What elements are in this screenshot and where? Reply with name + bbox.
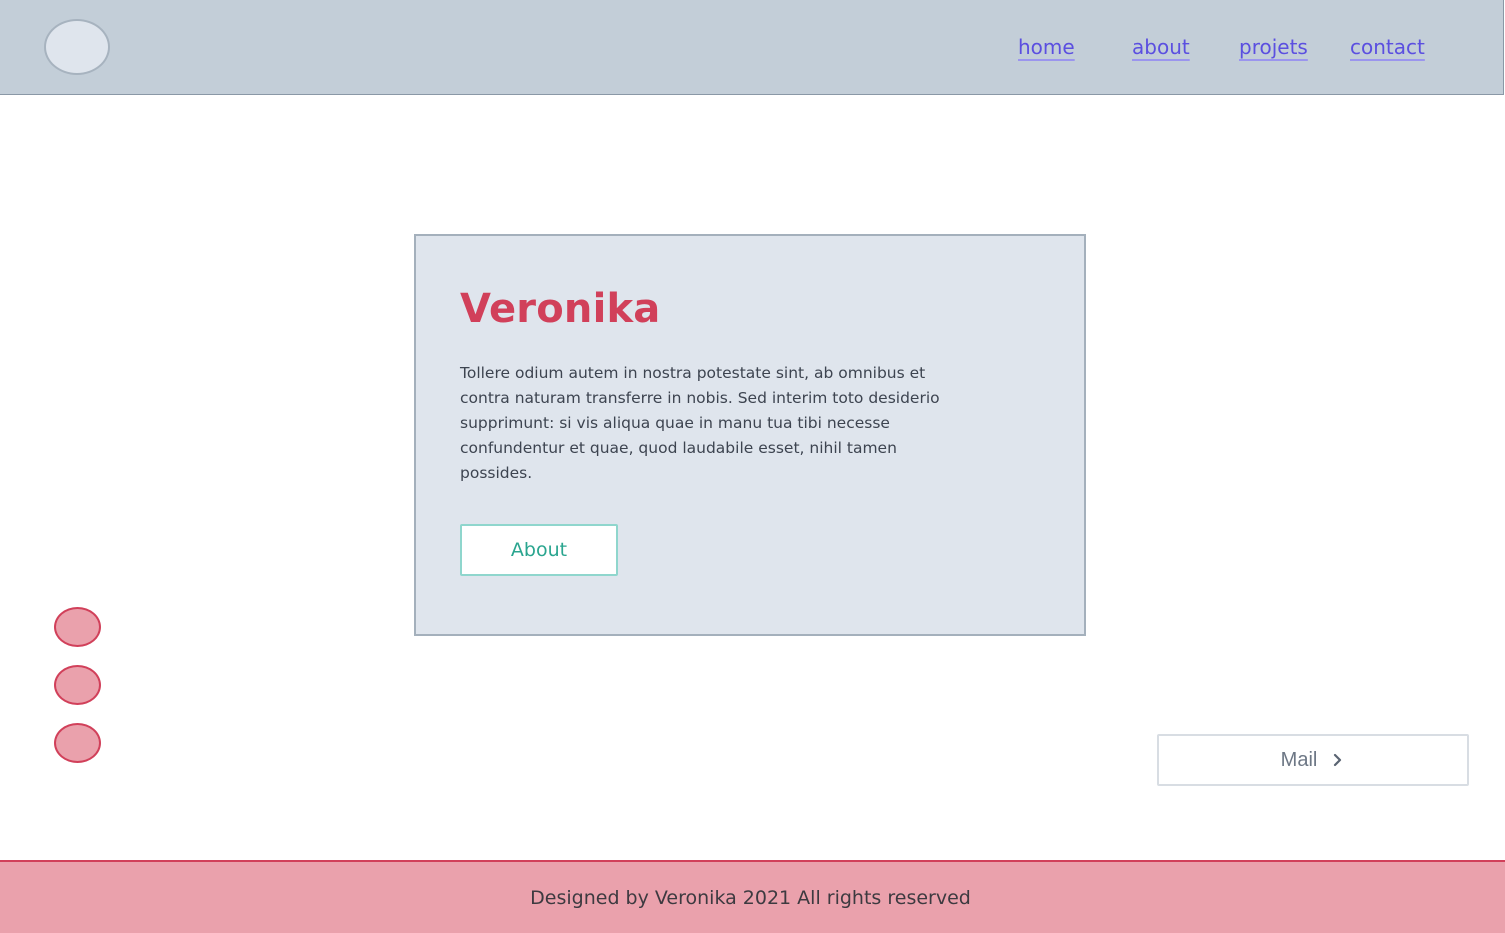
nav-link-about[interactable]: about — [1132, 35, 1190, 59]
social-link-3[interactable] — [54, 723, 101, 763]
site-header: home about projets contact — [0, 0, 1504, 95]
social-link-1[interactable] — [54, 607, 101, 647]
social-link-2[interactable] — [54, 665, 101, 705]
nav-link-contact[interactable]: contact — [1350, 35, 1425, 59]
about-button[interactable]: About — [460, 524, 618, 576]
nav-link-projets[interactable]: projets — [1239, 35, 1308, 59]
mail-button-label: Mail — [1280, 748, 1318, 771]
mail-button[interactable]: Mail — [1157, 734, 1469, 786]
logo[interactable] — [44, 19, 110, 75]
hero-card: Veronika Tollere odium autem in nostra p… — [414, 234, 1086, 636]
chevron-right-icon — [1334, 753, 1342, 767]
hero-text: Tollere odium autem in nostra potestate … — [460, 364, 940, 482]
site-footer: Designed by Veronika 2021 All rights res… — [0, 860, 1505, 933]
nav-link-home[interactable]: home — [1018, 35, 1075, 59]
footer-text: Designed by Veronika 2021 All rights res… — [530, 886, 971, 909]
hero-title: Veronika — [460, 286, 661, 332]
